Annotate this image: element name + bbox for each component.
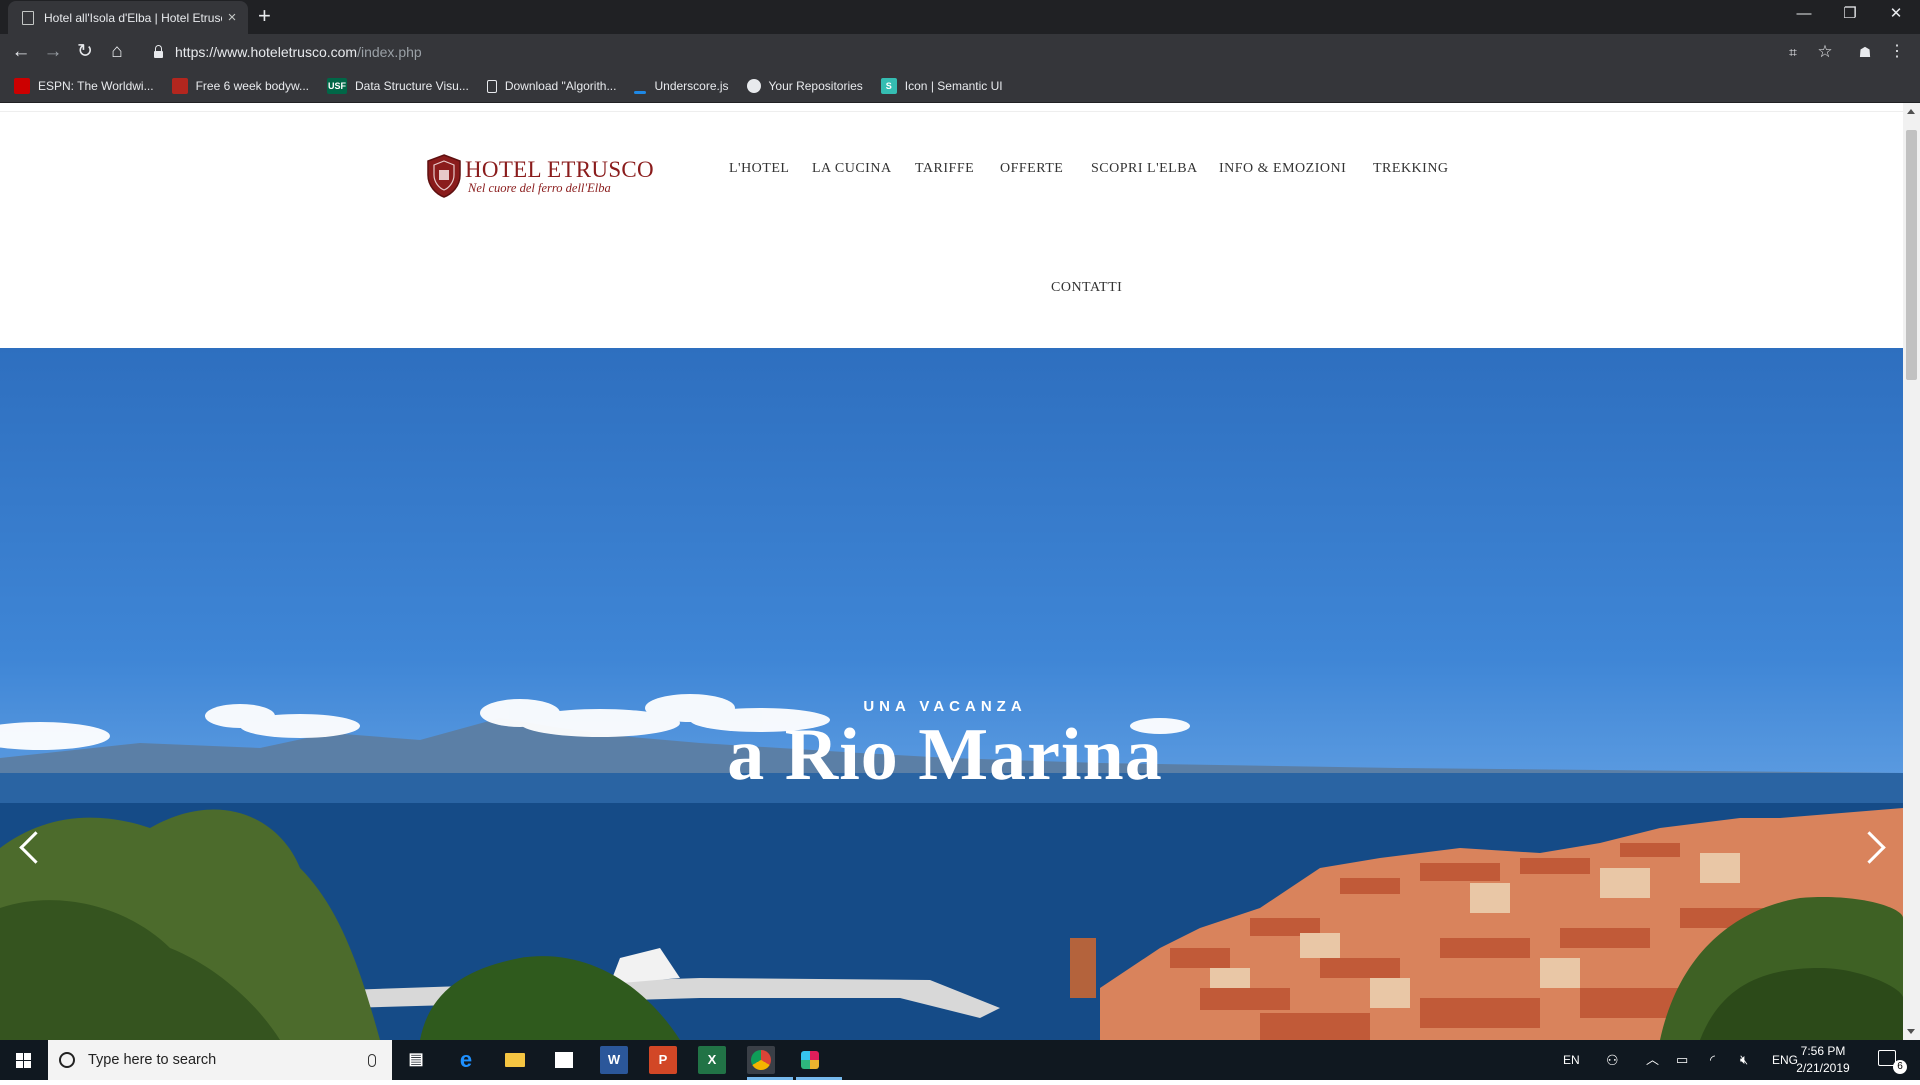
lock-icon[interactable] — [154, 44, 163, 58]
cortana-icon — [59, 1052, 75, 1068]
logo-tagline: Nel cuore del ferro dell'Elba — [468, 181, 611, 195]
usf-icon: USF — [326, 78, 347, 94]
minimize-button[interactable]: — — [1781, 0, 1827, 30]
taskbar-search-placeholder: Type here to search — [88, 1052, 217, 1068]
powerpoint-icon[interactable]: P — [649, 1046, 677, 1074]
hero-headline: a Rio Marina — [727, 714, 1163, 796]
windows-logo-icon — [16, 1053, 31, 1068]
nav-tariffe[interactable]: TARIFFE — [915, 161, 974, 177]
start-button[interactable] — [0, 1040, 48, 1080]
bookmark-label: Free 6 week bodyw... — [195, 79, 309, 93]
task-view-icon[interactable]: ▤ — [402, 1046, 430, 1074]
bookmark-item[interactable]: Free 6 week bodyw... — [171, 78, 309, 94]
site-logo[interactable]: HOTEL ETRUSCO Nel cuore del ferro dell'E… — [425, 153, 654, 203]
restore-button[interactable]: ❐ — [1827, 0, 1873, 30]
nav-hotel[interactable]: L'HOTEL — [729, 161, 789, 177]
shield-logo-icon — [427, 154, 461, 198]
semantic-ui-icon: S — [880, 78, 897, 94]
browser-tab-strip: Hotel all'Isola d'Elba | Hotel Etrusco ×… — [0, 0, 1920, 34]
scroll-up-icon[interactable] — [1907, 109, 1915, 114]
logo-name: HOTEL ETRUSCO — [465, 157, 654, 182]
bookmark-star-icon[interactable]: ☆ — [1812, 39, 1838, 65]
new-tab-button[interactable]: + — [258, 3, 271, 29]
top-divider — [0, 111, 1903, 112]
address-bar[interactable]: https://www.hoteletrusco.com/index.php — [140, 39, 1780, 65]
bookmark-item[interactable]: ESPN: The Worldwi... — [14, 78, 154, 94]
nav-contatti[interactable]: CONTATTI — [1051, 280, 1122, 296]
bookmark-label: Icon | Semantic UI — [904, 79, 1003, 93]
github-icon — [746, 79, 761, 93]
clock-date: 2/21/2019 — [1796, 1061, 1850, 1075]
bookmark-label: ESPN: The Worldwi... — [38, 79, 154, 93]
notification-count-badge: 6 — [1893, 1060, 1907, 1074]
scrollbar-thumb[interactable] — [1906, 130, 1917, 380]
word-icon[interactable]: W — [600, 1046, 628, 1074]
back-button[interactable]: ← — [8, 39, 34, 65]
slider-next-icon[interactable] — [1858, 828, 1888, 868]
underscore-icon — [634, 90, 647, 94]
hero-image — [0, 694, 1903, 1040]
bookmark-label: Underscore.js — [654, 79, 729, 93]
system-clock[interactable]: 7:56 PM 2/21/2019 — [1788, 1043, 1858, 1077]
close-window-button[interactable]: ✕ — [1873, 0, 1919, 30]
clock-time: 7:56 PM — [1800, 1044, 1846, 1058]
volume-muted-icon[interactable]: 🔇︎ — [1740, 1040, 1748, 1080]
bookmark-item[interactable]: Underscore.js — [634, 79, 729, 94]
reload-button[interactable]: ↻ — [72, 39, 98, 65]
input-language-short[interactable]: EN — [1563, 1040, 1580, 1080]
file-explorer-icon[interactable] — [501, 1046, 529, 1074]
browser-tab[interactable]: Hotel all'Isola d'Elba | Hotel Etrusco × — [8, 1, 248, 34]
nav-offerte[interactable]: OFFERTE — [1000, 161, 1063, 177]
home-button[interactable]: ⌂ — [104, 39, 130, 65]
page-scrollbar[interactable] — [1903, 103, 1920, 1040]
excel-icon[interactable]: X — [698, 1046, 726, 1074]
nav-info-emozioni[interactable]: INFO & EMOZIONI — [1219, 161, 1346, 177]
document-icon — [486, 79, 497, 93]
nav-la-cucina[interactable]: LA CUCINA — [812, 161, 892, 177]
wifi-icon[interactable]: ◜ — [1710, 1040, 1715, 1080]
tab-title: Hotel all'Isola d'Elba | Hotel Etrusco — [44, 10, 222, 25]
bookmark-item[interactable]: USF Data Structure Visu... — [326, 78, 469, 94]
translate-icon[interactable]: ⌗ — [1780, 39, 1806, 65]
windows-taskbar: Type here to search ▤ e W P X EN ⚇ ︿ ▭ ◜… — [0, 1040, 1920, 1080]
bookmark-label: Your Repositories — [768, 79, 863, 93]
store-icon[interactable] — [550, 1046, 578, 1074]
nav-scopri-elba[interactable]: SCOPRI L'ELBA — [1091, 161, 1198, 177]
slack-icon[interactable] — [796, 1046, 824, 1074]
slider-prev-icon[interactable] — [14, 828, 44, 868]
shield-icon — [171, 78, 188, 94]
hero-slider: UNA VACANZA a Rio Marina — [0, 348, 1903, 1040]
forward-button[interactable]: → — [40, 39, 66, 65]
taskbar-search-box[interactable]: Type here to search — [48, 1040, 392, 1080]
people-icon[interactable]: ⚇ — [1606, 1040, 1619, 1080]
web-page: HOTEL ETRUSCO Nel cuore del ferro dell'E… — [0, 103, 1903, 1040]
edge-icon[interactable]: e — [452, 1046, 480, 1074]
bookmark-item[interactable]: Download "Algorith... — [486, 79, 617, 93]
bookmark-item[interactable]: Your Repositories — [746, 79, 863, 93]
bookmark-label: Data Structure Visu... — [354, 79, 469, 93]
url-text: https://www.hoteletrusco.com/index.php — [175, 44, 422, 60]
tab-close-icon[interactable]: × — [222, 9, 242, 26]
browser-toolbar: ← → ↻ ⌂ https://www.hoteletrusco.com/ind… — [0, 34, 1920, 70]
menu-icon[interactable]: ⋮ — [1884, 39, 1910, 65]
bookmark-item[interactable]: S Icon | Semantic UI — [880, 78, 1003, 94]
espn-icon — [14, 78, 30, 94]
microphone-icon[interactable] — [368, 1053, 376, 1067]
bookmarks-bar: ESPN: The Worldwi... Free 6 week bodyw...… — [0, 70, 1920, 103]
bookmark-label: Download "Algorith... — [504, 79, 617, 93]
incognito-icon[interactable]: ☗ — [1852, 39, 1878, 65]
chrome-icon[interactable] — [747, 1046, 775, 1074]
battery-icon[interactable]: ▭ — [1676, 1040, 1688, 1080]
nav-trekking[interactable]: TREKKING — [1373, 161, 1449, 177]
page-favicon-icon — [22, 10, 34, 25]
show-hidden-icons-icon[interactable]: ︿ — [1646, 1040, 1659, 1080]
scroll-down-icon[interactable] — [1907, 1029, 1915, 1034]
